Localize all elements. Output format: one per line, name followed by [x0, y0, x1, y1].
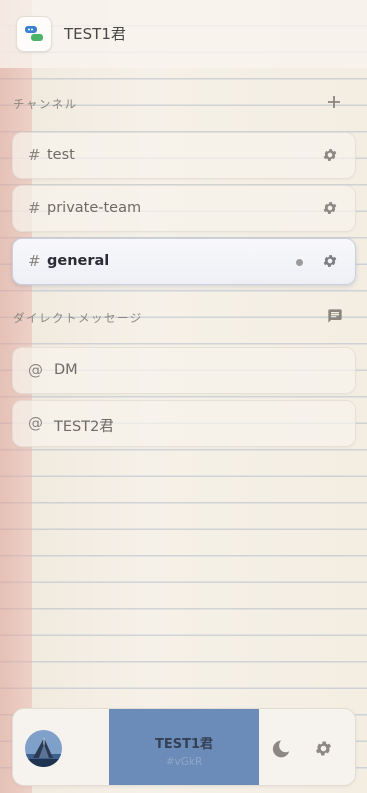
workspace-title: TEST1君 — [64, 25, 126, 43]
notebook-margin — [0, 0, 32, 793]
hash-icon: # — [28, 199, 41, 217]
settings-gear-icon[interactable] — [314, 739, 333, 762]
channel-label: general — [47, 253, 110, 269]
channel-item-private-team[interactable]: # private-team — [12, 185, 356, 232]
user-name: TEST1君 — [154, 737, 214, 752]
channel-label: test — [47, 147, 75, 163]
dm-item-dm[interactable]: @ DM — [12, 347, 356, 394]
moon-icon[interactable] — [271, 739, 291, 763]
channel-label: private-team — [47, 200, 142, 216]
unread-dot — [296, 259, 303, 266]
chat-bubbles-icon[interactable] — [16, 16, 52, 52]
dm-label: TEST2君 — [54, 419, 114, 435]
user-panel: TEST1君 #vGkR — [12, 708, 356, 786]
gear-icon[interactable] — [322, 147, 338, 167]
dm-item-test2[interactable]: @ TEST2君 — [12, 400, 356, 447]
avatar[interactable] — [25, 730, 62, 767]
user-info[interactable]: TEST1君 #vGkR — [109, 709, 259, 785]
message-icon[interactable] — [327, 308, 343, 328]
channels-section-title: チャンネル — [13, 97, 78, 111]
gear-icon[interactable] — [322, 253, 338, 273]
hash-icon: # — [28, 146, 41, 164]
dm-section-title: ダイレクトメッセージ — [13, 311, 143, 325]
gear-icon[interactable] — [322, 200, 338, 220]
at-icon: @ — [28, 414, 43, 432]
notebook-background — [0, 0, 367, 793]
channel-item-general[interactable]: # general — [12, 238, 356, 285]
dm-label: DM — [54, 362, 78, 378]
at-icon: @ — [28, 361, 43, 379]
channel-item-test[interactable]: # test — [12, 132, 356, 179]
app-header: TEST1君 — [0, 0, 367, 68]
hash-icon: # — [28, 252, 41, 270]
plus-icon[interactable] — [326, 94, 342, 114]
user-id: #vGkR — [165, 756, 203, 768]
